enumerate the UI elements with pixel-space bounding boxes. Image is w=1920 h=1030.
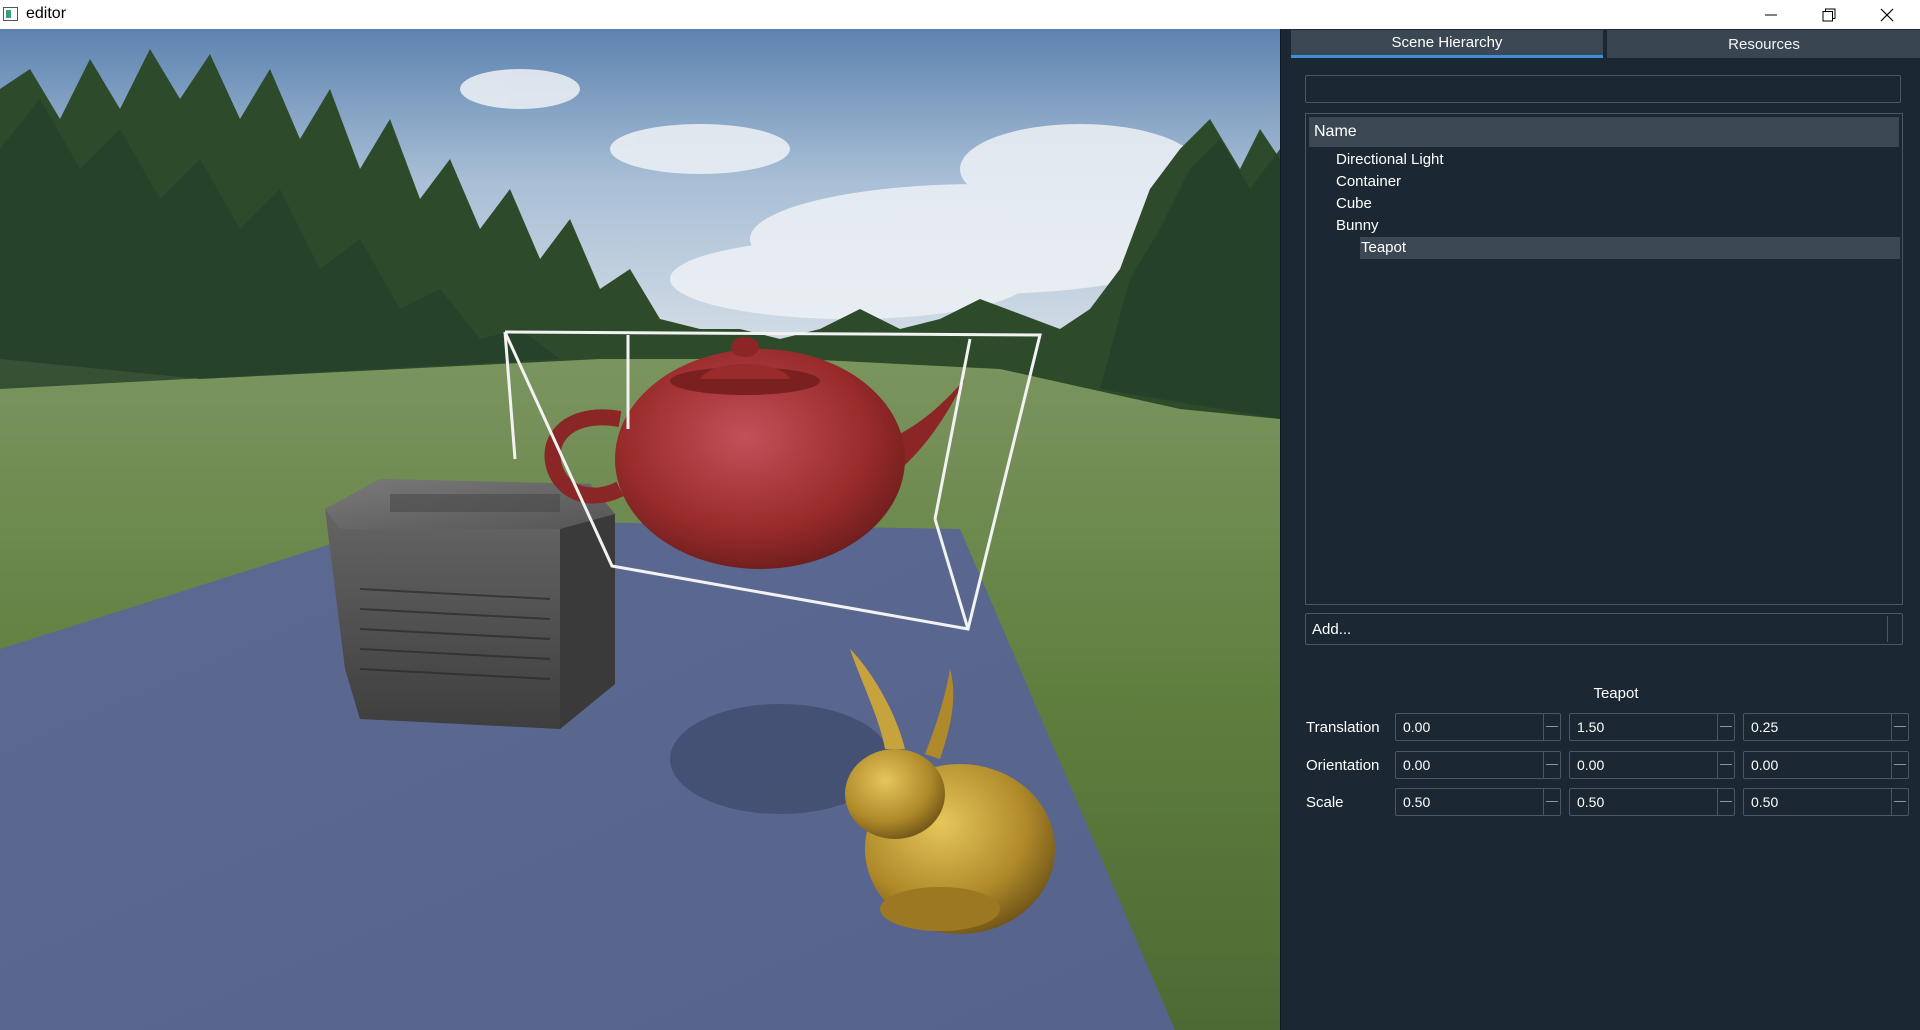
- spinbox-value: 0.00: [1577, 757, 1605, 773]
- tab-resources[interactable]: Resources: [1607, 30, 1920, 58]
- scale-x-spinbox[interactable]: 0.50: [1395, 788, 1561, 816]
- restore-button[interactable]: [1800, 0, 1858, 29]
- spinbox-value: 0.00: [1403, 719, 1431, 735]
- spinbox-stepper[interactable]: [1891, 714, 1908, 740]
- spinbox-value: 0.50: [1577, 794, 1605, 810]
- add-object-combobox[interactable]: Add...: [1305, 613, 1903, 645]
- scale-y-spinbox[interactable]: 0.50: [1569, 788, 1735, 816]
- minimize-button[interactable]: [1742, 0, 1800, 29]
- spinbox-value: 0.50: [1403, 794, 1431, 810]
- scene-viewport[interactable]: [0, 29, 1280, 1030]
- orientation-y-spinbox[interactable]: 0.00: [1569, 751, 1735, 779]
- tree-item-directional-light[interactable]: Directional Light: [1336, 149, 1636, 171]
- tree-item-bunny[interactable]: Bunny: [1336, 215, 1636, 237]
- spinbox-stepper[interactable]: [1891, 752, 1908, 778]
- spinbox-stepper[interactable]: [1717, 714, 1734, 740]
- hierarchy-filter-input[interactable]: [1305, 75, 1901, 103]
- translation-y-spinbox[interactable]: 1.50: [1569, 713, 1735, 741]
- spinbox-value: 0.25: [1751, 719, 1779, 735]
- spinbox-stepper[interactable]: [1891, 789, 1908, 815]
- tab-scene-hierarchy[interactable]: Scene Hierarchy: [1291, 30, 1603, 58]
- scale-z-spinbox[interactable]: 0.50: [1743, 788, 1909, 816]
- window-title: editor: [26, 5, 67, 22]
- spinbox-value: 1.50: [1577, 719, 1605, 735]
- scale-label: Scale: [1306, 794, 1344, 811]
- close-button[interactable]: [1858, 0, 1916, 29]
- scene-render: [0, 29, 1280, 1030]
- properties-title: Teapot: [1593, 685, 1639, 702]
- side-panel: Scene Hierarchy Resources Name Direction…: [1280, 29, 1920, 1030]
- spinbox-value: 0.00: [1403, 757, 1431, 773]
- spinbox-stepper[interactable]: [1543, 752, 1560, 778]
- orientation-label: Orientation: [1306, 757, 1380, 774]
- spinbox-stepper[interactable]: [1543, 789, 1560, 815]
- spinbox-value: 0.00: [1751, 757, 1779, 773]
- combobox-divider: [1887, 616, 1888, 642]
- spinbox-stepper[interactable]: [1543, 714, 1560, 740]
- translation-label: Translation: [1306, 719, 1380, 736]
- orientation-z-spinbox[interactable]: 0.00: [1743, 751, 1909, 779]
- minimize-icon: [1765, 14, 1777, 15]
- app-icon: [3, 7, 18, 21]
- scene-tree[interactable]: Name Directional Light Container Cube Bu…: [1305, 113, 1903, 605]
- orientation-x-spinbox[interactable]: 0.00: [1395, 751, 1561, 779]
- translation-x-spinbox[interactable]: 0.00: [1395, 713, 1561, 741]
- spinbox-value: 0.50: [1751, 794, 1779, 810]
- title-bar: editor: [0, 0, 1920, 30]
- spinbox-stepper[interactable]: [1717, 752, 1734, 778]
- tree-column-header[interactable]: Name: [1309, 117, 1899, 147]
- add-object-placeholder: Add...: [1312, 621, 1352, 638]
- translation-z-spinbox[interactable]: 0.25: [1743, 713, 1909, 741]
- tree-item-cube[interactable]: Cube: [1336, 193, 1636, 215]
- tree-item-teapot[interactable]: Teapot: [1360, 237, 1900, 259]
- tree-item-container[interactable]: Container: [1336, 171, 1636, 193]
- restore-icon: [1822, 8, 1836, 21]
- spinbox-stepper[interactable]: [1717, 789, 1734, 815]
- close-icon: [1880, 8, 1894, 21]
- container-object: [325, 479, 615, 729]
